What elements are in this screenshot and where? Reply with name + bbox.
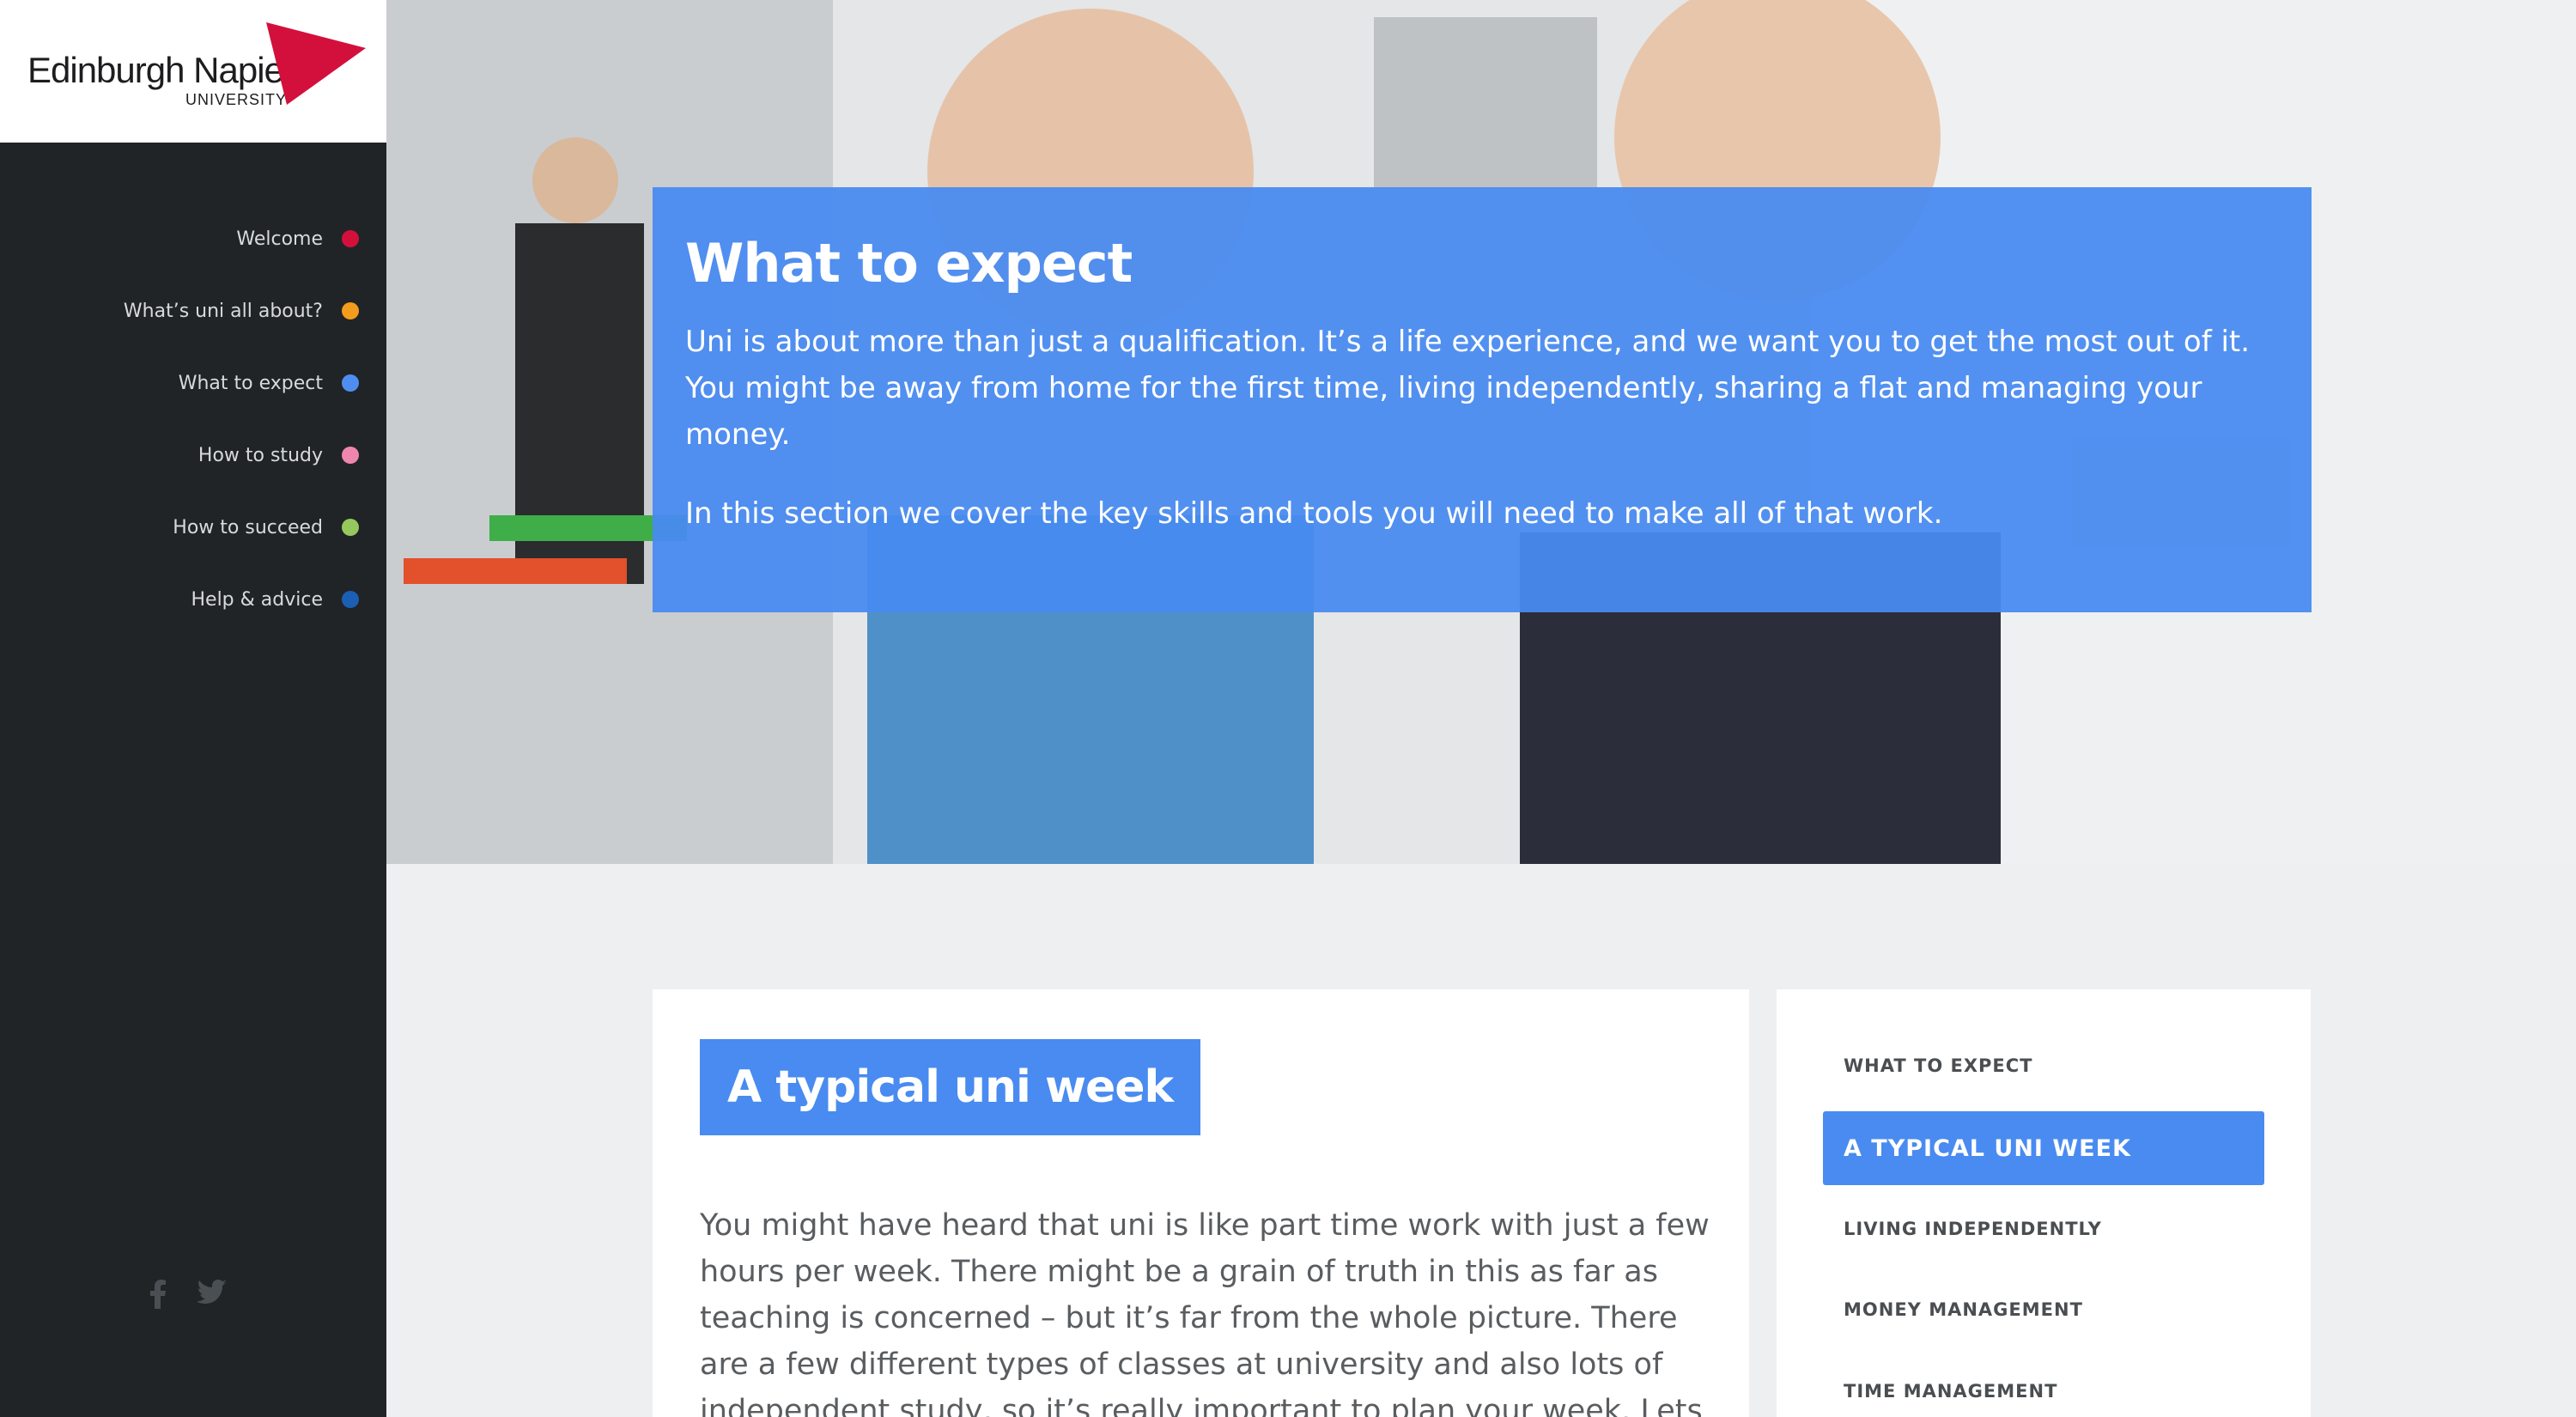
page-title: What to expect [685, 232, 1133, 295]
logo-triangle-icon [266, 22, 366, 105]
sidebar: Edinburgh Napier UNIVERSITY Welcome What… [0, 0, 386, 1417]
hero-banner: What to expect Uni is about more than ju… [386, 0, 2576, 864]
logo-wordmark: Edinburgh Napier [27, 50, 295, 90]
section-nav-item-typical-uni-week[interactable]: A TYPICAL UNI WEEK [1823, 1111, 2264, 1185]
section-nav-item-money-management[interactable]: MONEY MANAGEMENT [1823, 1273, 2264, 1347]
section-nav-item-time-management[interactable]: TIME MANAGEMENT [1823, 1354, 2264, 1417]
nav-item-label: What to expect [178, 372, 323, 394]
nav-item-label: How to study [197, 444, 323, 466]
nav-item-label: Help & advice [191, 588, 323, 611]
nav-dot-icon [342, 302, 359, 319]
article-body: You might have heard that uni is like pa… [700, 1208, 1710, 1417]
nav-dot-icon [342, 447, 359, 464]
nav-item-how-to-succeed[interactable]: How to succeed [124, 491, 359, 563]
section-nav-item-what-to-expect[interactable]: WHAT TO EXPECT [1823, 1029, 2264, 1103]
article-card: A typical uni week You might have heard … [653, 989, 1749, 1417]
section-heading: A typical uni week [700, 1039, 1201, 1135]
twitter-icon[interactable] [197, 1280, 227, 1304]
university-logo[interactable]: Edinburgh Napier UNIVERSITY [0, 0, 386, 143]
hero-paragraph: In this section we cover the key skills … [685, 496, 1943, 531]
nav-item-how-to-study[interactable]: How to study [124, 419, 359, 491]
nav-dot-icon [342, 230, 359, 247]
social-links [149, 1280, 227, 1309]
hero-intro-panel: What to expect Uni is about more than ju… [653, 187, 2312, 612]
nav-item-label: Welcome [236, 228, 323, 250]
section-nav: WHAT TO EXPECT A TYPICAL UNI WEEK LIVING… [1777, 989, 2311, 1417]
main-nav: Welcome What’s uni all about? What to ex… [124, 203, 359, 636]
nav-item-welcome[interactable]: Welcome [124, 203, 359, 275]
nav-item-whats-uni-about[interactable]: What’s uni all about? [124, 275, 359, 347]
nav-item-label: What’s uni all about? [123, 300, 323, 322]
section-nav-item-living-independently[interactable]: LIVING INDEPENDENTLY [1823, 1192, 2264, 1266]
nav-dot-icon [342, 519, 359, 536]
nav-item-what-to-expect[interactable]: What to expect [124, 347, 359, 419]
nav-item-help-advice[interactable]: Help & advice [124, 563, 359, 636]
hero-paragraph: Uni is about more than just a qualificat… [685, 325, 2251, 452]
facebook-icon[interactable] [149, 1280, 167, 1309]
nav-item-label: How to succeed [173, 516, 323, 538]
nav-dot-icon [342, 591, 359, 608]
nav-dot-icon [342, 374, 359, 392]
